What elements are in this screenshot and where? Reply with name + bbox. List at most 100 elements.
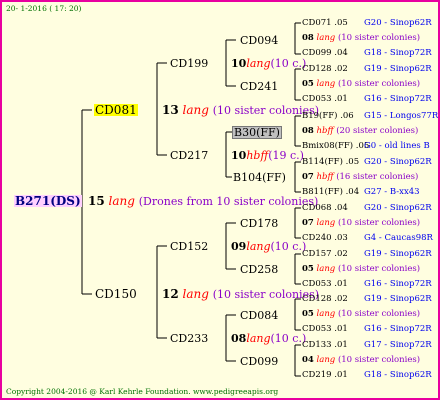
gen4-bot-source: G16 - Sinop72R bbox=[364, 279, 432, 289]
gen2-lang-1: hbff bbox=[246, 149, 269, 162]
gen4-bot-id: CD053 .01 bbox=[302, 324, 348, 334]
gen4-bot-id: CD099 .04 bbox=[302, 48, 348, 58]
gen4-mid-note: (10 sister colonies) bbox=[337, 79, 421, 89]
gen4-mid-2: 08 hbff (20 sister colonies) bbox=[302, 127, 418, 136]
gen4-bot-source: G0 - old lines B bbox=[364, 141, 430, 151]
gen4-bot-id: CD219 .01 bbox=[302, 370, 348, 380]
gen4-top-id: CD068 .04 bbox=[302, 203, 348, 213]
gen2-lang-0: lang bbox=[246, 57, 271, 70]
gen4-top-id: CD071 .05 bbox=[302, 18, 348, 28]
gen1-count-1: 12 bbox=[162, 287, 179, 301]
gen4-top-id: B114(FF) .05 bbox=[302, 157, 360, 167]
gen2-name-3: CD233 bbox=[170, 332, 209, 345]
gen2-note-0: (10 c.) bbox=[270, 57, 307, 70]
gen4-mid-count: 05 bbox=[302, 309, 314, 319]
gen4-top-0: CD071 .05 G20 - Sinop62R bbox=[302, 18, 432, 28]
gen4-mid-lang: hbff bbox=[316, 126, 334, 136]
gen4-bot-source: G18 - Sinop62R bbox=[364, 370, 432, 380]
gen4-top-id: CD128 .02 bbox=[302, 294, 348, 304]
gen3-name-5: CD258 bbox=[240, 263, 279, 276]
gen4-top-source: G20 - Sinop62R bbox=[364, 18, 432, 28]
gen2-note-1: (19 c.) bbox=[268, 149, 304, 162]
gen4-mid-note: (10 sister colonies) bbox=[337, 355, 421, 365]
gen4-bot-source: G16 - Sinop72R bbox=[364, 324, 432, 334]
gen1-count-0: 13 bbox=[162, 103, 179, 117]
gen2-count-0: 10 bbox=[231, 57, 247, 70]
pedigree-frame: 20- 1-2016 ( 17: 20) Copyright 2004-2016… bbox=[0, 0, 440, 400]
gen4-bot-0: CD099 .04 G18 - Sinop72R bbox=[302, 48, 432, 58]
gen2-summary-3: 08lang(10 c.) bbox=[231, 333, 306, 344]
gen4-top-id: B19(FF) .06 bbox=[302, 111, 354, 121]
gen2-summary-1: 10hbff(19 c.) bbox=[231, 150, 304, 161]
gen3-name-7: CD099 bbox=[240, 355, 279, 368]
gen3-name-0: CD094 bbox=[240, 34, 279, 47]
gen4-mid-lang: lang bbox=[316, 309, 336, 319]
gen4-bot-source: G18 - Sinop72R bbox=[364, 48, 432, 58]
gen4-top-3: B114(FF) .05 G20 - Sinop62R bbox=[302, 157, 432, 167]
gen4-top-2: B19(FF) .06 G15 - Longos77R bbox=[302, 111, 438, 121]
gen4-bot-source: G4 - Caucas98R bbox=[364, 233, 433, 243]
gen4-mid-note: (20 sister colonies) bbox=[336, 126, 419, 136]
gen4-mid-count: 05 bbox=[302, 264, 314, 274]
gen2-summary-2: 09lang(10 c.) bbox=[231, 241, 306, 252]
gen4-mid-count: 07 bbox=[302, 218, 314, 228]
gen4-mid-0: 08 lang (10 sister colonies) bbox=[302, 34, 420, 43]
gen2-name-1: CD217 bbox=[170, 149, 209, 162]
root-lang: lang bbox=[108, 194, 135, 208]
gen1-lang-0: lang bbox=[182, 103, 209, 117]
gen4-top-id: CD128 .02 bbox=[302, 64, 348, 74]
gen4-mid-6: 05 lang (10 sister colonies) bbox=[302, 310, 420, 319]
gen2-note-2: (10 c.) bbox=[270, 240, 307, 253]
gen4-mid-note: (10 sister colonies) bbox=[337, 309, 421, 319]
header-date: 20- 1-2016 ( 17: 20) bbox=[6, 4, 82, 13]
gen1-summary-0: 13 lang (10 sister colonies) bbox=[162, 104, 319, 116]
gen1-name-0: CD081 bbox=[94, 103, 138, 117]
gen4-bot-id: B811(FF) .04 bbox=[302, 187, 360, 197]
gen4-mid-lang: hbff bbox=[316, 172, 334, 182]
gen4-bot-id: Bmix08(FF) .05 bbox=[302, 141, 370, 151]
footer-copyright: Copyright 2004-2016 @ Karl Kehrle Founda… bbox=[6, 387, 279, 396]
gen1-lang-1: lang bbox=[182, 287, 209, 301]
gen2-count-3: 08 bbox=[231, 332, 247, 345]
gen3-name-3: B104(FF) bbox=[233, 171, 286, 184]
gen4-mid-1: 05 lang (10 sister colonies) bbox=[302, 80, 420, 89]
gen4-bot-5: CD053 .01 G16 - Sinop72R bbox=[302, 279, 432, 289]
gen2-note-3: (10 c.) bbox=[270, 332, 307, 345]
gen3-name-1: CD241 bbox=[240, 80, 279, 93]
gen4-top-source: G20 - Sinop62R bbox=[364, 157, 432, 167]
gen4-mid-count: 07 bbox=[302, 172, 314, 182]
gen4-mid-note: (16 sister colonies) bbox=[336, 172, 419, 182]
gen4-mid-note: (10 sister colonies) bbox=[337, 218, 421, 228]
gen4-top-7: CD133 .01 G17 - Sinop72R bbox=[302, 341, 432, 350]
gen4-bot-source: G27 - B-xx43 bbox=[364, 187, 420, 197]
root-note: (Drones from 10 sister colonies) bbox=[138, 195, 319, 208]
gen4-top-source: G19 - Sinop62R bbox=[364, 64, 432, 74]
gen2-count-1: 10 bbox=[231, 149, 247, 162]
gen4-mid-7: 04 lang (10 sister colonies) bbox=[302, 356, 420, 365]
gen4-bot-2: Bmix08(FF) .05 G0 - old lines B bbox=[302, 141, 430, 151]
gen4-top-source: G19 - Sinop62R bbox=[364, 294, 432, 304]
gen4-bot-source: G16 - Sinop72R bbox=[364, 94, 432, 104]
gen4-mid-5: 05 lang (10 sister colonies) bbox=[302, 265, 420, 274]
gen4-bot-6: CD053 .01 G16 - Sinop72R bbox=[302, 324, 432, 334]
root-name: B271(DS) bbox=[14, 194, 82, 208]
gen2-name-2: CD152 bbox=[170, 240, 209, 253]
gen4-bot-4: CD240 .03 G4 - Caucas98R bbox=[302, 233, 433, 243]
gen4-mid-count: 08 bbox=[302, 126, 314, 136]
gen4-top-6: CD128 .02 G19 - Sinop62R bbox=[302, 294, 432, 304]
gen4-bot-id: CD053 .01 bbox=[302, 279, 348, 289]
gen4-top-source: G20 - Sinop62R bbox=[364, 203, 432, 213]
root-summary: 15 lang (Drones from 10 sister colonies) bbox=[88, 195, 318, 207]
gen4-mid-count: 08 bbox=[302, 33, 314, 43]
gen3-name-2: B30(FF) bbox=[232, 126, 282, 139]
gen4-mid-lang: lang bbox=[316, 79, 336, 89]
gen4-top-4: CD068 .04 G20 - Sinop62R bbox=[302, 203, 432, 213]
gen4-mid-4: 07 lang (10 sister colonies) bbox=[302, 219, 420, 228]
gen3-name-6: CD084 bbox=[240, 309, 279, 322]
gen4-bot-id: CD240 .03 bbox=[302, 233, 348, 243]
gen1-summary-1: 12 lang (10 sister colonies) bbox=[162, 288, 319, 300]
gen4-top-source: G19 - Sinop62R bbox=[364, 249, 432, 259]
gen4-bot-1: CD053 .01 G16 - Sinop72R bbox=[302, 95, 432, 104]
gen4-mid-count: 04 bbox=[302, 355, 314, 365]
gen1-name-1: CD150 bbox=[95, 287, 137, 301]
